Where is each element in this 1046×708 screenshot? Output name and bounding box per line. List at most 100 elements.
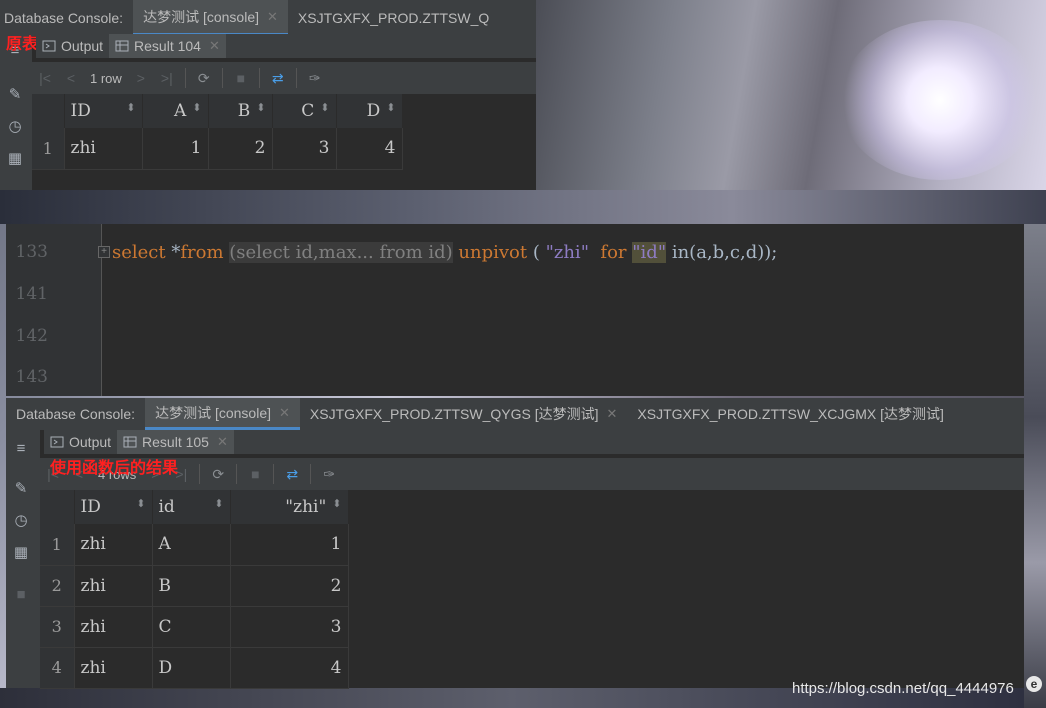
sort-icon[interactable]: ⬍: [386, 101, 395, 114]
column-header-id[interactable]: id ⬍: [152, 490, 231, 524]
close-icon[interactable]: ✕: [209, 38, 220, 54]
toolbar-divider: [273, 464, 275, 484]
bottom-console-tabstrip: Database Console: 达梦测试 [console] ✕ XSJTG…: [6, 398, 1024, 430]
cell-zhi[interactable]: 3: [230, 606, 349, 648]
column-header-D[interactable]: D ⬍: [336, 94, 403, 128]
stop-icon[interactable]: ■: [242, 466, 268, 482]
cell-B[interactable]: 2: [208, 128, 273, 170]
tab-zttsw-xcjgmx[interactable]: XSJTGXFX_PROD.ZTTSW_XCJGMX [达梦测试]: [627, 398, 953, 430]
line-number: 142: [15, 326, 48, 346]
row-count: 1 row: [90, 70, 122, 86]
menu-icon[interactable]: ≡: [12, 440, 30, 458]
toolbar-divider: [221, 68, 223, 88]
table-row[interactable]: 4 zhi D 4: [40, 647, 349, 689]
table-row[interactable]: 3 zhi C 3: [40, 606, 349, 648]
output-tab[interactable]: Output: [44, 430, 117, 454]
result-tab[interactable]: Result 105 ✕: [117, 430, 234, 454]
wrench-icon[interactable]: ✎: [12, 480, 30, 498]
sql-editor[interactable]: 133 141 142 143 + select *from (select i…: [6, 224, 1024, 396]
toolbar-divider: [199, 464, 201, 484]
cell-zhi[interactable]: 1: [230, 524, 349, 566]
column-header-C[interactable]: C ⬍: [272, 94, 337, 128]
sort-icon[interactable]: ⬍: [214, 497, 223, 510]
transpose-icon[interactable]: ⇄: [265, 70, 291, 87]
stop-icon[interactable]: ■: [12, 586, 30, 604]
sort-icon[interactable]: ⬍: [256, 101, 265, 114]
cell-ID[interactable]: zhi: [74, 565, 153, 607]
column-header-B[interactable]: B ⬍: [208, 94, 273, 128]
layout-icon[interactable]: ▦: [12, 544, 30, 562]
top-result-toolbar: |< < 1 row > >| ⟳ ■ ⇄ ✑: [32, 62, 536, 94]
cell-id[interactable]: B: [152, 565, 231, 607]
pin-icon[interactable]: ✑: [302, 70, 328, 87]
cell-id[interactable]: C: [152, 606, 231, 648]
prev-page-icon[interactable]: <: [58, 70, 84, 86]
close-icon[interactable]: ✕: [607, 406, 618, 422]
toolbar-divider: [310, 464, 312, 484]
cell-ID[interactable]: zhi: [64, 128, 143, 170]
bottom-result-toolbar: |< < 4 rows > >| ⟳ ■ ⇄ ✑: [40, 458, 1024, 490]
fold-toggle-icon[interactable]: +: [98, 246, 110, 258]
table-header-row: ID ⬍ id ⬍ "zhi" ⬍: [40, 490, 349, 524]
layout-icon[interactable]: ▦: [6, 150, 24, 168]
transpose-icon[interactable]: ⇄: [279, 466, 305, 483]
refresh-icon[interactable]: ⟳: [191, 70, 217, 87]
column-header-zhi[interactable]: "zhi" ⬍: [230, 490, 349, 524]
pin-icon[interactable]: ✑: [316, 466, 342, 483]
column-header-A[interactable]: A ⬍: [142, 94, 209, 128]
stop-icon[interactable]: ■: [228, 70, 254, 86]
cell-A[interactable]: 1: [142, 128, 209, 170]
sort-icon[interactable]: ⬍: [126, 101, 135, 114]
console-title: Database Console:: [16, 406, 136, 422]
table-header-row: ID ⬍ A ⬍ B ⬍ C ⬍ D ⬍: [32, 94, 403, 128]
close-icon[interactable]: ✕: [217, 434, 228, 450]
column-header-ID[interactable]: ID ⬍: [64, 94, 143, 128]
background-right-edge: [1024, 224, 1046, 708]
cell-C[interactable]: 3: [272, 128, 337, 170]
folded-subquery[interactable]: (select id,max... from id): [229, 242, 453, 263]
annotation-original-table: 原表: [6, 34, 39, 53]
refresh-icon[interactable]: ⟳: [205, 466, 231, 483]
bottom-console-panel: Database Console: 达梦测试 [console] ✕ XSJTG…: [6, 398, 1024, 689]
top-result-subtabs: Output Result 104 ✕: [36, 34, 536, 58]
cell-ID[interactable]: zhi: [74, 606, 153, 648]
wrench-icon[interactable]: ✎: [6, 86, 24, 104]
cell-zhi[interactable]: 2: [230, 565, 349, 607]
csdn-logo-icon: e: [1026, 676, 1042, 692]
code-line-133[interactable]: select *from (select id,max... from id) …: [112, 242, 777, 263]
clock-icon[interactable]: ◷: [12, 512, 30, 530]
table-row[interactable]: 1 zhi A 1: [40, 524, 349, 566]
toolbar-divider: [258, 68, 260, 88]
sort-icon[interactable]: ⬍: [332, 497, 341, 510]
first-page-icon[interactable]: |<: [32, 70, 58, 86]
result-tab[interactable]: Result 104 ✕: [109, 34, 226, 58]
tab-zttsw-qygs[interactable]: XSJTGXFX_PROD.ZTTSW_QYGS [达梦测试] ✕: [300, 398, 628, 430]
cell-ID[interactable]: zhi: [74, 524, 153, 566]
column-header-ID[interactable]: ID ⬍: [74, 490, 153, 524]
last-page-icon[interactable]: >|: [154, 70, 180, 86]
close-icon[interactable]: ✕: [267, 9, 278, 25]
table-row[interactable]: 2 zhi B 2: [40, 565, 349, 607]
clock-icon[interactable]: ◷: [6, 118, 24, 136]
close-icon[interactable]: ✕: [279, 405, 290, 421]
tab-dameng-console[interactable]: 达梦测试 [console] ✕: [133, 0, 288, 36]
sort-icon[interactable]: ⬍: [320, 101, 329, 114]
tab-dameng-console[interactable]: 达梦测试 [console] ✕: [145, 398, 300, 430]
tab-zttsw[interactable]: XSJTGXFX_PROD.ZTTSW_Q: [288, 0, 499, 36]
cell-id[interactable]: A: [152, 524, 231, 566]
cell-ID[interactable]: zhi: [74, 647, 153, 689]
table-icon: [123, 435, 137, 449]
toolbar-divider: [236, 464, 238, 484]
table-row[interactable]: 1 zhi 1 2 3 4: [32, 128, 403, 170]
cell-D[interactable]: 4: [336, 128, 403, 170]
cell-id[interactable]: D: [152, 647, 231, 689]
bottom-sidebar: ≡ ✎ ◷ ▦ ■: [6, 430, 40, 688]
top-result-grid: ID ⬍ A ⬍ B ⬍ C ⬍ D ⬍ 1 zhi 1 2 3 4: [32, 94, 403, 170]
sort-icon[interactable]: ⬍: [192, 101, 201, 114]
output-tab[interactable]: Output: [36, 34, 109, 58]
cell-zhi[interactable]: 4: [230, 647, 349, 689]
next-page-icon[interactable]: >: [128, 70, 154, 86]
highlighted-identifier: "id": [632, 242, 667, 263]
sort-icon[interactable]: ⬍: [136, 497, 145, 510]
line-number: 143: [15, 367, 48, 387]
